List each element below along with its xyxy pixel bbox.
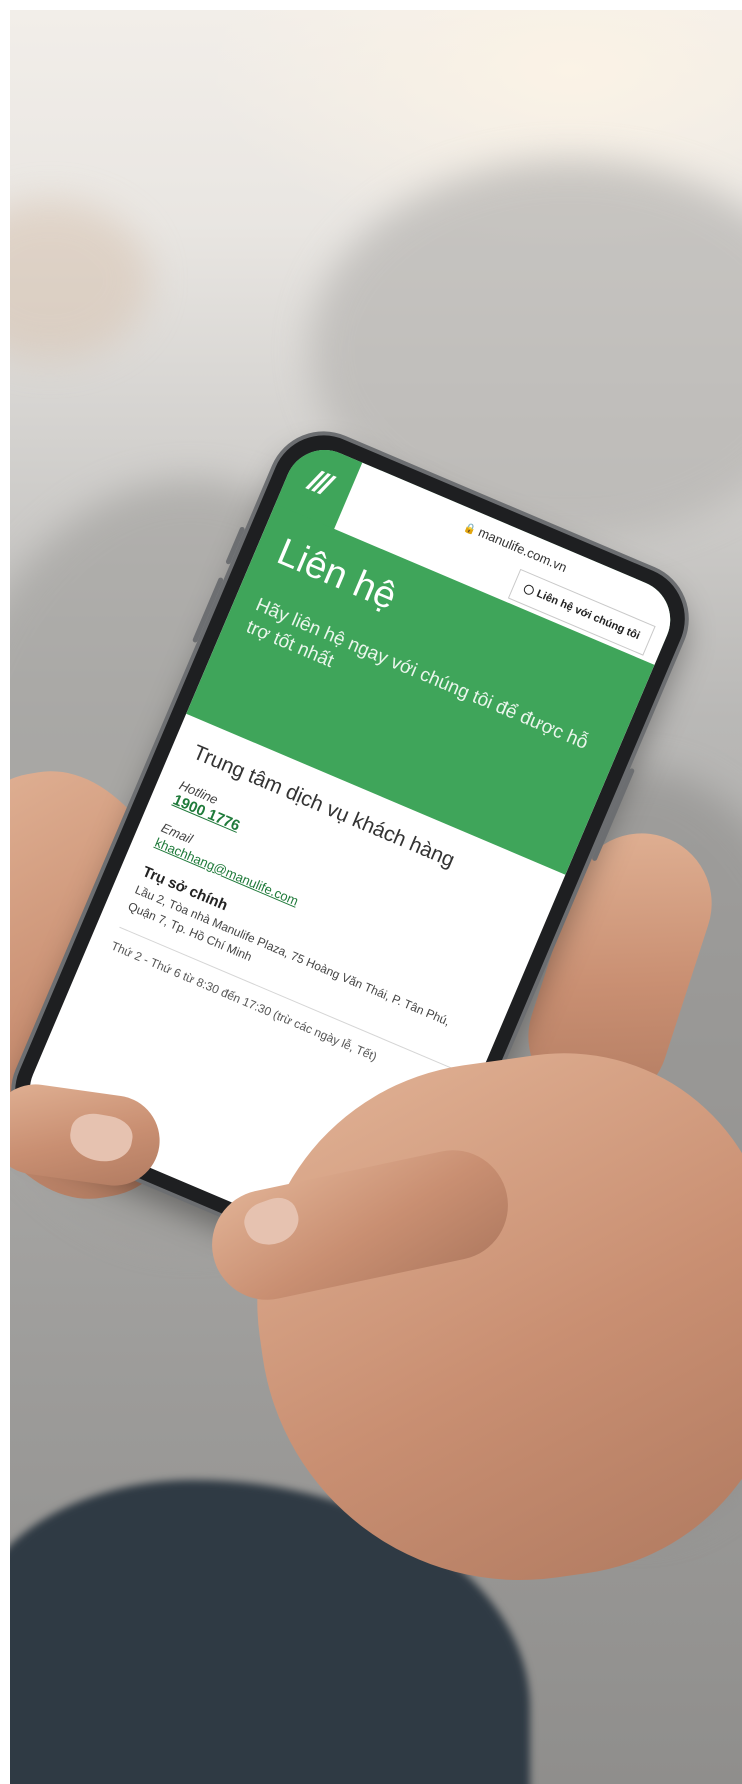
logo-icon: ///: [303, 463, 335, 502]
photo-scene: /// 🔒manulife.com.vn Liên hệ với chúng t…: [10, 10, 742, 1784]
clock-icon: [522, 583, 536, 597]
background-blur: [10, 200, 150, 360]
lock-icon: 🔒: [462, 521, 478, 537]
url-text: manulife.com.vn: [476, 524, 570, 576]
